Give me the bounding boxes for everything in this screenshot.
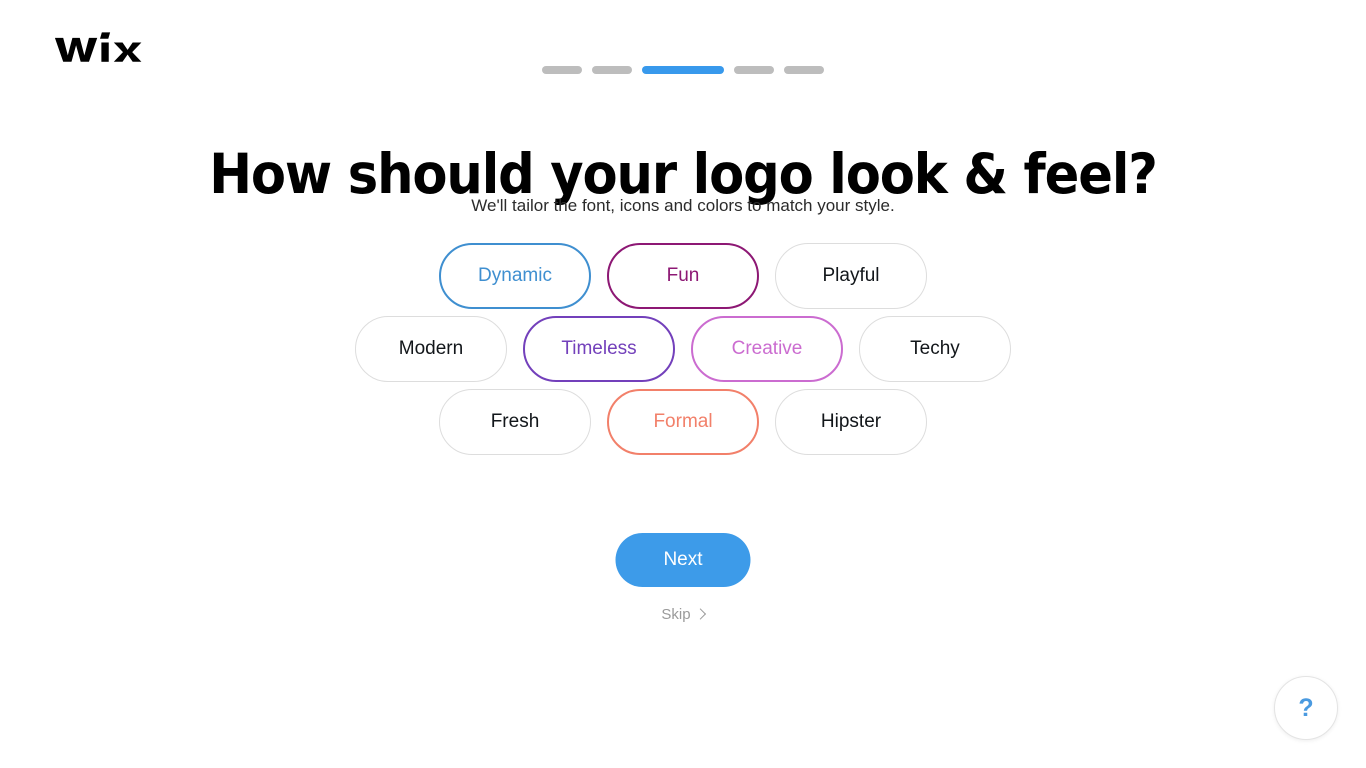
style-chip-fresh[interactable]: Fresh xyxy=(439,389,591,455)
help-button[interactable]: ? xyxy=(1274,676,1338,740)
style-chip-modern[interactable]: Modern xyxy=(355,316,507,382)
style-chip-label: Hipster xyxy=(820,411,882,432)
chevron-right-icon xyxy=(694,608,707,620)
style-chip-dynamic[interactable]: Dynamic xyxy=(439,243,591,309)
style-chip-row-3: Fresh Formal Hipster xyxy=(439,389,927,455)
style-chip-label: Fresh xyxy=(490,411,540,432)
progress-segment-1 xyxy=(542,66,582,74)
style-chip-playful[interactable]: Playful xyxy=(775,243,927,309)
progress-segment-2 xyxy=(592,66,632,74)
style-chip-label: Playful xyxy=(822,265,880,286)
style-chip-hipster[interactable]: Hipster xyxy=(775,389,927,455)
progress-segment-4 xyxy=(734,66,774,74)
page-subtitle: We'll tailor the font, icons and colors … xyxy=(471,196,895,215)
style-chip-formal[interactable]: Formal xyxy=(607,389,759,455)
style-chip-timeless[interactable]: Timeless xyxy=(523,316,675,382)
next-button-label: Next xyxy=(663,549,703,570)
progress-segment-3-active xyxy=(642,66,724,74)
style-chip-label: Timeless xyxy=(561,338,637,359)
style-chip-row-1: Dynamic Fun Playful xyxy=(439,243,927,309)
style-chip-label: Modern xyxy=(398,338,464,359)
style-chip-group: Dynamic Fun Playful Modern Timeless Crea… xyxy=(0,243,1366,455)
skip-link-label: Skip xyxy=(661,606,691,623)
style-chip-techy[interactable]: Techy xyxy=(859,316,1011,382)
wix-logo-icon xyxy=(54,32,142,62)
skip-link[interactable]: Skip xyxy=(661,606,707,623)
next-button[interactable]: Next xyxy=(615,533,751,587)
progress-segment-5 xyxy=(784,66,824,74)
style-chip-label: Techy xyxy=(910,338,960,359)
style-chip-row-2: Modern Timeless Creative Techy xyxy=(355,316,1011,382)
style-chip-label: Fun xyxy=(666,265,700,286)
style-chip-label: Formal xyxy=(653,411,713,432)
style-chip-fun[interactable]: Fun xyxy=(607,243,759,309)
style-chip-creative[interactable]: Creative xyxy=(691,316,843,382)
style-chip-label: Dynamic xyxy=(478,265,552,286)
wix-logo[interactable] xyxy=(54,28,146,68)
question-mark-icon: ? xyxy=(1298,693,1314,722)
style-chip-label: Creative xyxy=(731,338,803,359)
step-progress-bar xyxy=(0,66,1366,74)
